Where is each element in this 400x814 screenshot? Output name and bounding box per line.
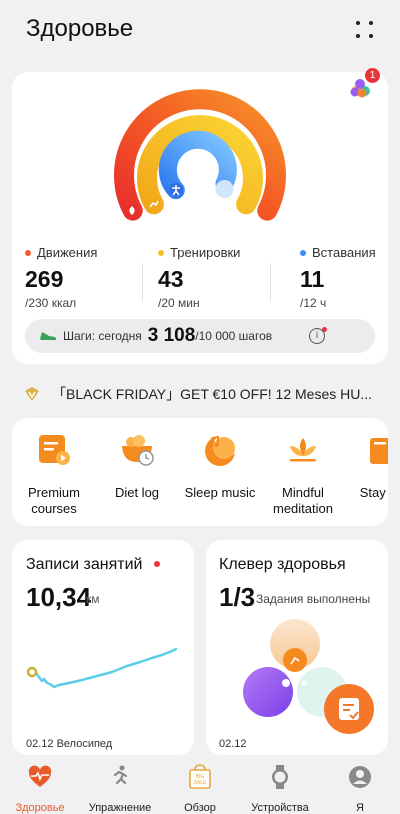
stat-value: 11 [300, 266, 325, 292]
task-check-fab[interactable] [322, 682, 376, 736]
promo-banner[interactable]: 「BLACK FRIDAY」GET €10 OFF! 12 Meses HU..… [24, 381, 384, 407]
stat-exercise[interactable]: Тренировки 43 /20 мин [158, 245, 288, 310]
svg-text:SALE: SALE [194, 780, 207, 786]
stat-label: Тренировки [170, 245, 241, 260]
route-line [30, 647, 178, 689]
workout-records-card[interactable]: Записи занятий 10,34 км 02.12 Велосипед [12, 540, 194, 755]
route-start-icon [26, 666, 38, 678]
stand-ring-track [215, 180, 234, 198]
dot-icon [369, 34, 373, 38]
exercise-dot-icon [158, 249, 164, 256]
stat-stand[interactable]: Вставания 11 /12 ч [300, 245, 400, 310]
nav-discover[interactable]: BIG SALE Обзор [160, 764, 240, 814]
clover-footer: 02.12 [219, 738, 247, 750]
stand-dot-icon [300, 249, 306, 256]
clover-leaf-left [243, 667, 293, 717]
sleep-music-icon [205, 433, 238, 466]
stat-goal: /20 мин [158, 296, 200, 310]
rings-style-button[interactable]: 1 [338, 68, 388, 106]
sleep-leaf-icon [282, 679, 290, 687]
steps-label: Шаги: сегодня [63, 329, 142, 343]
service-premium-courses[interactable]: Premium courses [12, 432, 99, 517]
stat-label: Движения [37, 245, 98, 260]
nav-label: Обзор [184, 802, 216, 814]
notification-badge: 1 [365, 68, 380, 83]
services-card: Premium courses Diet log Sleep music Min… [12, 418, 388, 526]
stat-value: 269 [25, 266, 64, 292]
discover-icon: BIG SALE [189, 764, 211, 789]
exercise-leaf-icon [283, 648, 307, 672]
stat-value: 43 [158, 266, 184, 292]
stat-move[interactable]: Движения 269 /230 ккал [25, 245, 155, 310]
nav-health[interactable]: Здоровье [0, 764, 80, 814]
stat-goal: /12 ч [300, 296, 327, 310]
service-stay-fit[interactable]: Stay Fi [335, 432, 388, 501]
promo-text: 「BLACK FRIDAY」GET €10 OFF! 12 Meses HU..… [52, 386, 373, 402]
bottom-navigation: Здоровье Упражнение BIG SALE Обзор Устро… [0, 756, 400, 814]
app-header: Здоровье [0, 0, 400, 62]
nav-label: Устройства [251, 802, 309, 814]
divider [270, 263, 271, 301]
steps-value: 3 108 [147, 325, 196, 346]
steps-summary[interactable]: Шаги: сегодня 3 108 /10 000 шагов i [25, 319, 375, 353]
service-diet-log[interactable]: Diet log [92, 432, 182, 501]
profile-icon [349, 766, 371, 788]
route-map [26, 647, 178, 689]
nav-label: Здоровье [15, 802, 65, 814]
service-label: Sleep music [184, 485, 256, 500]
workouts-footer: 02.12 Велосипед [26, 738, 113, 750]
stat-label: Вставания [312, 245, 376, 260]
nav-exercise[interactable]: Упражнение [80, 764, 160, 814]
activity-stats: Движения 269 /230 ккал Тренировки 43 /20… [12, 245, 388, 310]
move-dot-icon [25, 249, 31, 256]
watch-icon [272, 765, 288, 789]
health-icon [28, 765, 52, 787]
leaf-dot [301, 680, 307, 686]
more-menu-button[interactable] [354, 18, 378, 42]
dot-icon [356, 21, 360, 25]
color-rings-icon [350, 79, 370, 98]
activity-rings-chart [114, 89, 286, 221]
stat-goal: /230 ккал [25, 296, 77, 310]
service-sleep-music[interactable]: Sleep music [175, 432, 265, 501]
steps-goal: /10 000 шагов [195, 329, 273, 343]
info-icon[interactable]: i [309, 328, 325, 344]
service-label: Premium courses [27, 485, 80, 516]
dot-icon [356, 34, 360, 38]
service-label: Stay Fi [359, 485, 388, 500]
divider [142, 263, 143, 301]
service-label: Diet log [114, 485, 160, 500]
nav-label: Упражнение [88, 802, 152, 814]
premium-courses-icon [39, 435, 70, 465]
stay-fit-icon [370, 438, 388, 464]
exercise-run-icon [113, 765, 128, 785]
dot-icon [369, 21, 373, 25]
shoe-icon [40, 332, 57, 340]
page-title: Здоровье [26, 15, 134, 42]
diet-log-icon [122, 435, 154, 466]
nav-label: Я [356, 802, 364, 814]
meditation-icon [290, 438, 316, 462]
nav-me[interactable]: Я [320, 764, 400, 814]
vip-icon [25, 387, 39, 401]
nav-devices[interactable]: Устройства [240, 764, 320, 814]
